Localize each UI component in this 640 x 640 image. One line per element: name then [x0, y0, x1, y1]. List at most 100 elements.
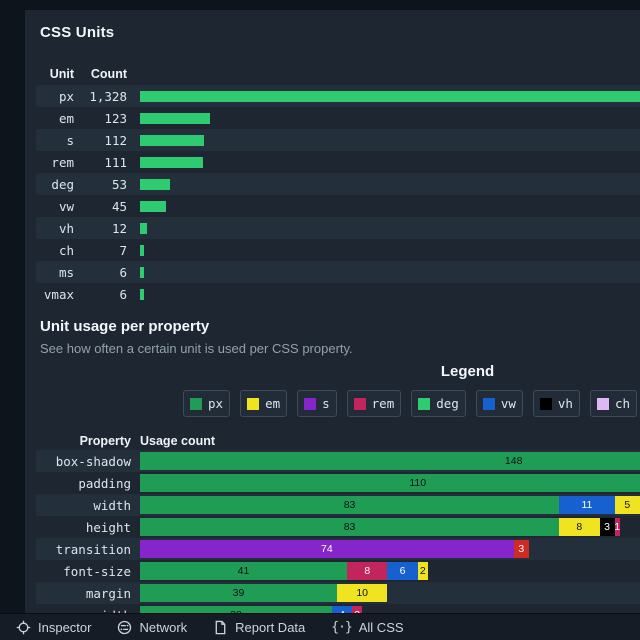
legend-label: rem [372, 396, 395, 411]
bar-segment-vh: 3 [600, 518, 615, 536]
property-row-font-size: font-size 41862 [36, 560, 640, 582]
property-name: margin [36, 586, 131, 601]
unit-count: 6 [74, 265, 127, 280]
unit-count-bar [140, 157, 203, 168]
legend-label: px [208, 396, 223, 411]
legend-swatch-vw [483, 398, 495, 410]
property-row-transition: transition 743 [36, 538, 640, 560]
section-title: Unit usage per property [40, 318, 640, 335]
section-subtitle: See how often a certain unit is used per… [40, 341, 640, 356]
unit-count-bar [140, 245, 144, 256]
unit-name: px [36, 89, 74, 104]
unit-row-px: px1,328 [36, 85, 640, 107]
property-row-margin: margin3910 [36, 582, 640, 604]
property-name: width [36, 498, 131, 513]
tab-report-data[interactable]: Report Data [203, 614, 315, 640]
unit-row-rem: rem111 [36, 151, 640, 173]
unit-name: ms [36, 265, 74, 280]
tab-report-data-label: Report Data [235, 620, 305, 635]
chart-header-property: Property [36, 434, 131, 448]
legend-row: pxemsremdegvwvhchms [183, 390, 640, 417]
property-row-height: height83831 [36, 516, 640, 538]
units-table: Unit Count px1,328em123s112rem111deg53vw… [25, 64, 640, 305]
unit-count: 53 [74, 177, 127, 192]
bar-segment-em: 2 [418, 562, 428, 580]
unit-count: 45 [74, 199, 127, 214]
legend-swatch-deg [418, 398, 430, 410]
unit-name: vw [36, 199, 74, 214]
tab-all-css[interactable]: {·} All CSS [321, 614, 413, 640]
legend-item-s[interactable]: s [297, 390, 337, 417]
bar-segment-ms: 3 [514, 540, 529, 558]
tab-inspector[interactable]: Inspector [6, 614, 101, 640]
unit-row-em: em123 [36, 107, 640, 129]
property-name: padding [36, 476, 131, 491]
legend-item-px[interactable]: px [183, 390, 230, 417]
legend-label: vh [558, 396, 573, 411]
unit-name: rem [36, 155, 74, 170]
unit-count: 7 [74, 243, 127, 258]
bar-segment-em: 8 [559, 518, 599, 536]
bar-segment-px: 83 [140, 496, 559, 514]
legend-item-rem[interactable]: rem [347, 390, 402, 417]
unit-count-bar [140, 289, 144, 300]
legend-item-vh[interactable]: vh [533, 390, 580, 417]
bar-segment-px: 148 [140, 452, 640, 470]
tab-network-label: Network [139, 620, 187, 635]
bottom-tab-bar: Inspector Network Report Data {·} All CS… [0, 613, 640, 640]
unit-name: vmax [36, 287, 74, 302]
unit-count: 12 [74, 221, 127, 236]
property-usage-chart: Property Usage count box-shadow 148 paddin… [25, 431, 640, 626]
bar-segment-s: 74 [140, 540, 514, 558]
chart-header-usage: Usage count [131, 434, 640, 448]
all-css-icon: {·} [331, 620, 351, 635]
unit-count-bar [140, 91, 640, 102]
property-name: box-shadow [36, 454, 131, 469]
bar-segment-em: 5 [615, 496, 640, 514]
legend-item-deg[interactable]: deg [411, 390, 466, 417]
property-name: transition [36, 542, 131, 557]
units-table-header: Unit Count [36, 64, 640, 84]
unit-row-ch: ch7 [36, 239, 640, 261]
unit-count-bar [140, 113, 210, 124]
legend-title: Legend [25, 363, 640, 380]
unit-name: vh [36, 221, 74, 236]
bar-segment-px: 39 [140, 584, 337, 602]
legend-item-vw[interactable]: vw [476, 390, 523, 417]
bar-segment-px: 110 [140, 474, 640, 492]
tab-network[interactable]: Network [107, 614, 197, 640]
property-row-width: width83115 [36, 494, 640, 516]
unit-row-deg: deg53 [36, 173, 640, 195]
legend-item-ch[interactable]: ch [590, 390, 637, 417]
bar-segment-rem: 1 [615, 518, 620, 536]
bar-segment-px: 83 [140, 518, 559, 536]
unit-count-bar [140, 179, 170, 190]
property-name: font-size [36, 564, 131, 579]
legend-label: ch [615, 396, 630, 411]
unit-row-ms: ms6 [36, 261, 640, 283]
unit-name: ch [36, 243, 74, 258]
bar-segment-px: 41 [140, 562, 347, 580]
unit-count: 123 [74, 111, 127, 126]
bar-segment-rem: 8 [347, 562, 387, 580]
legend-label: vw [501, 396, 516, 411]
report-data-icon [213, 620, 228, 635]
page-title: CSS Units [40, 24, 640, 41]
legend-item-em[interactable]: em [240, 390, 287, 417]
tab-inspector-label: Inspector [38, 620, 91, 635]
unit-name: deg [36, 177, 74, 192]
unit-count-bar [140, 267, 144, 278]
unit-count-bar [140, 135, 204, 146]
legend-label: s [322, 396, 330, 411]
legend-swatch-s [304, 398, 316, 410]
property-name: height [36, 520, 131, 535]
unit-row-vw: vw45 [36, 195, 640, 217]
legend-swatch-vh [540, 398, 552, 410]
unit-name: s [36, 133, 74, 148]
legend-swatch-ch [597, 398, 609, 410]
unit-count: 111 [74, 155, 127, 170]
tab-all-css-label: All CSS [359, 620, 404, 635]
bar-segment-vw: 6 [387, 562, 417, 580]
legend-swatch-em [247, 398, 259, 410]
unit-count: 112 [74, 133, 127, 148]
